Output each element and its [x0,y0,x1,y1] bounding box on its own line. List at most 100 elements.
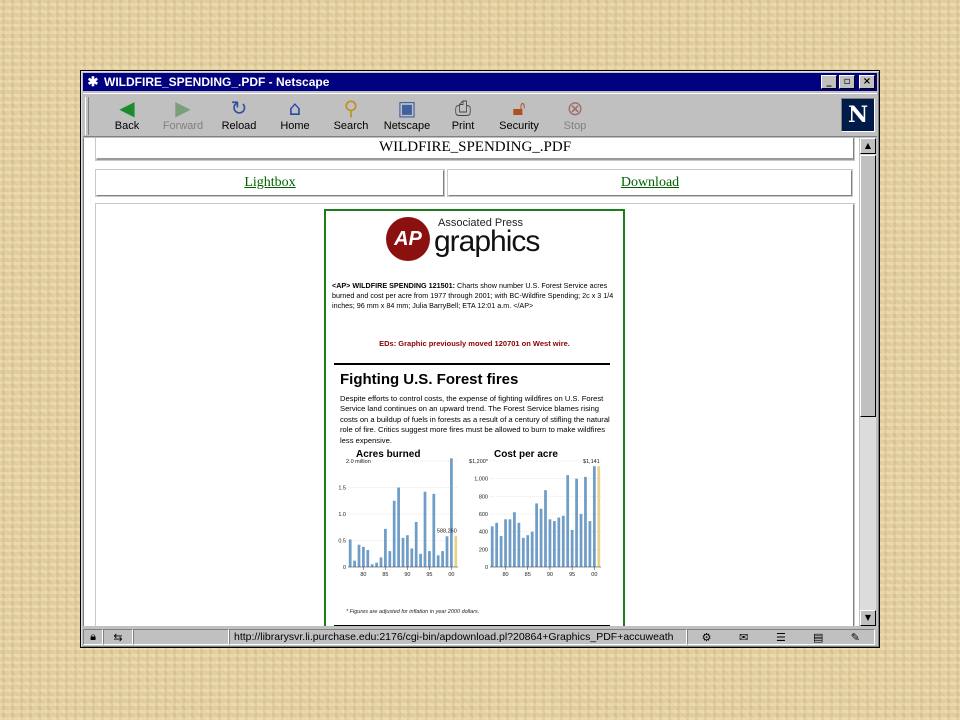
home-icon: ⌂ [288,96,302,120]
footer-rule [334,625,610,626]
cost-bar [579,514,583,567]
acres-bar [419,553,422,567]
search-button[interactable]: ⚲ Search [323,96,379,136]
connection-cell: ⇆ [103,629,133,645]
acres-bar [401,537,405,567]
content-frame: AP Associated Press graphics <AP> WILDFI… [96,204,854,626]
cost-bar [592,466,596,567]
print-icon: ⎙ [455,96,471,120]
connection-icon: ⇆ [113,630,123,644]
status-url-cell: http://librarysvr.li.purchase.edu:2176/c… [229,629,687,645]
cost-bar [557,517,561,567]
cost-bar [508,519,512,567]
cost-y-tick-label: 400 [479,530,488,536]
ap-graphic: AP Associated Press graphics <AP> WILDFI… [324,209,625,626]
scroll-thumb[interactable] [860,155,876,417]
security-label: Security [499,120,539,132]
graphic-deck: Despite efforts to control costs, the ex… [340,394,610,445]
cost-bar [495,522,499,567]
forward-label: Forward [162,120,204,132]
my-netscape-button[interactable]: ▣ Netscape [379,96,435,136]
lightbox-link[interactable]: Lightbox [244,175,295,190]
cost-x-tick-label: 80 [502,572,508,578]
title-bar[interactable]: ✱ WILDFIRE_SPENDING_.PDF - Netscape _ ▫ … [83,73,877,91]
slug-text: <AP> WILDFIRE SPENDING 121501: Charts sh… [332,281,622,311]
home-button[interactable]: ⌂ Home [267,96,323,136]
stop-button[interactable]: ⊗ Stop [547,96,603,136]
back-arrow-icon: ◀ [119,96,135,120]
acres-bar [362,546,365,567]
composer-icon[interactable]: ✎ [845,631,865,644]
cost-bar [575,478,578,567]
cost-y-tick-label: 0 [485,565,488,571]
back-button[interactable]: ◀ Back [99,96,155,136]
component-bar: ⚙ ✉ ☰ ▤ ✎ [687,629,875,645]
scroll-down-button[interactable]: ▼ [860,610,876,626]
security-button[interactable]: 🔓︎ Security [491,96,547,136]
acres-bar [388,551,392,567]
cost-bar [597,466,601,567]
close-button[interactable]: × [859,75,875,89]
vertical-scrollbar[interactable]: ▲ ▼ [860,138,876,626]
maximize-button[interactable]: ▫ [839,75,855,89]
acres-bar [375,562,378,567]
my-netscape-icon: ▣ [397,96,417,120]
download-link[interactable]: Download [621,175,679,190]
newsgroups-icon[interactable]: ☰ [771,631,791,644]
netscape-logo[interactable]: N [841,98,875,132]
toolbar-grip[interactable] [85,97,89,135]
acres-bar [414,521,418,567]
netscape-app-icon: ✱ [87,74,99,89]
cost-bar [539,508,543,567]
cost-bar [517,522,521,567]
browser-window: ✱ WILDFIRE_SPENDING_.PDF - Netscape _ ▫ … [80,70,880,648]
ap-logo-mark: AP [386,217,430,261]
mail-icon[interactable]: ✉ [734,631,754,644]
back-label: Back [114,120,140,132]
header-rule [334,363,610,365]
minimize-button[interactable]: _ [821,75,837,89]
slug-head: <AP> WILDFIRE SPENDING 121501: [332,281,456,290]
lock-status-icon[interactable]: 🔒︎ [84,630,102,644]
cost-bar [499,536,503,567]
graphic-headline: Fighting U.S. Forest fires [340,371,519,388]
cost-bar [553,521,556,567]
status-url: http://librarysvr.li.purchase.edu:2176/c… [234,631,674,643]
acres-y-tick-label: 2.0 million [346,459,371,465]
forward-button[interactable]: ▶ Forward [155,96,211,136]
acres-bar [441,551,444,567]
acres-bar [428,551,431,567]
scroll-up-button[interactable]: ▲ [860,138,876,154]
editors-note: EDs: Graphic previously moved 120701 on … [379,339,570,348]
acres-y-tick-label: 0.5 [338,539,346,545]
acres-bar [445,536,449,567]
print-button[interactable]: ⎙ Print [435,96,491,136]
acres-bar [450,458,453,567]
acres-bar [370,564,374,567]
security-lock-icon: 🔓︎ [512,96,526,120]
cost-x-tick-label: 00 [591,572,597,578]
cost-bar [526,535,530,567]
acres-bar [353,560,356,567]
chart-footnote: * Figures are adjusted for inflation in … [346,609,480,615]
page-title: WILDFIRE_SPENDING_.PDF [96,138,854,160]
acres-y-tick-label: 0 [343,565,346,571]
cost-value-label: $1,141 [583,459,600,465]
cost-x-tick-label: 85 [525,572,531,578]
acres-bar [397,487,400,567]
acres-bar [436,555,440,567]
reload-label: Reload [221,120,257,132]
cost-y-tick-label: 1,000 [474,477,488,483]
stop-label: Stop [563,120,587,132]
address-book-icon[interactable]: ▤ [808,631,828,644]
reload-button[interactable]: ↻ Reload [211,96,267,136]
acres-x-tick-label: 80 [360,572,366,578]
acres-x-tick-label: 00 [448,572,454,578]
lightbox-frame: Lightbox [96,170,444,196]
cost-x-tick-label: 90 [547,572,553,578]
cost-bar [513,512,516,567]
acres-bar [454,535,458,567]
cost-bar [521,537,525,567]
acres-value-label: 588,260 [437,529,457,535]
navigator-icon[interactable]: ⚙ [697,631,717,644]
